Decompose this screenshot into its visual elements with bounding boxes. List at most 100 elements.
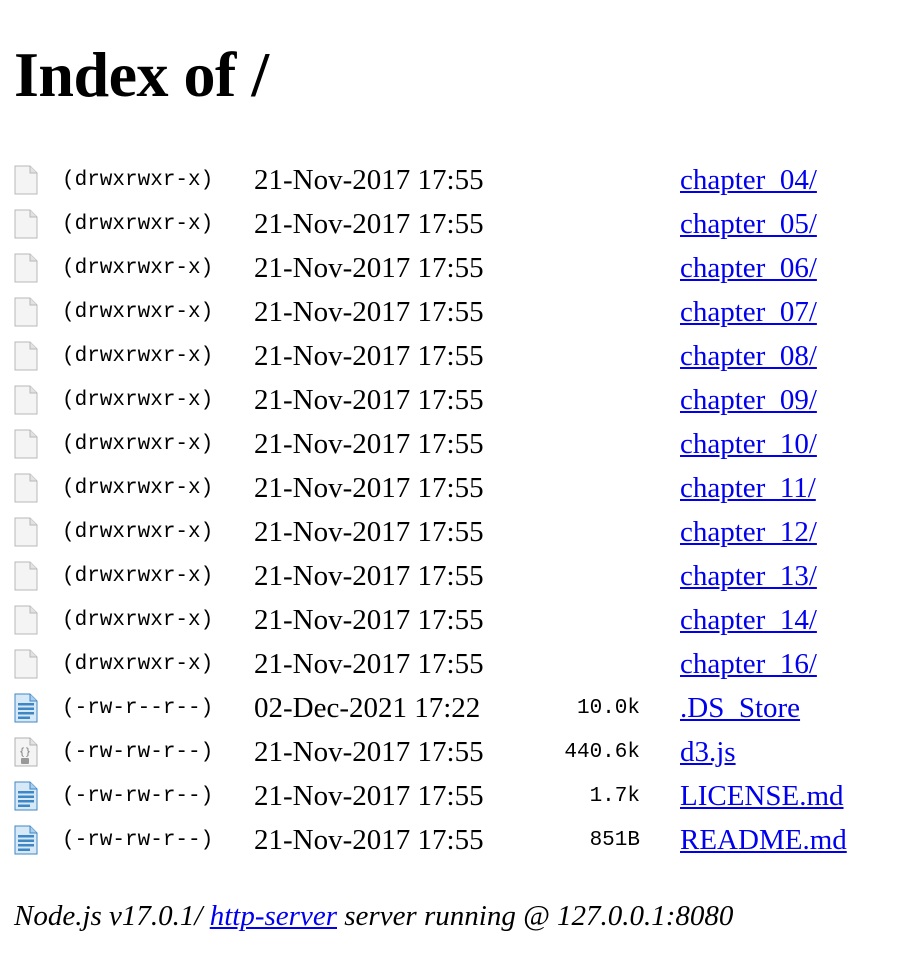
- file-link[interactable]: .DS_Store: [680, 692, 800, 724]
- size-cell: 851B: [589, 828, 640, 852]
- size-cell: [516, 466, 640, 510]
- table-row: (drwxrwxr-x) 21-Nov-2017 17:55 chapter_06/: [14, 246, 847, 290]
- file-link[interactable]: LICENSE.md: [680, 780, 844, 812]
- modified-date-cell: 21-Nov-2017 17:55: [254, 383, 484, 416]
- modified-date-cell: 02-Dec-2021 17:22: [254, 691, 481, 724]
- file-link[interactable]: chapter_12/: [680, 516, 817, 548]
- svg-text:{}: {}: [19, 747, 31, 758]
- file-link[interactable]: d3.js: [680, 736, 736, 768]
- size-cell: [516, 378, 640, 422]
- file-link[interactable]: chapter_08/: [680, 340, 817, 372]
- modified-date-cell: 21-Nov-2017 17:55: [254, 163, 484, 196]
- folder-icon: [14, 165, 38, 195]
- size-cell: 1.7k: [589, 784, 640, 808]
- code-file-icon: {}: [14, 737, 38, 767]
- permissions-cell: (drwxrwxr-x): [62, 476, 214, 500]
- table-row: (drwxrwxr-x) 21-Nov-2017 17:55 chapter_12/: [14, 510, 847, 554]
- folder-icon: [14, 649, 38, 679]
- table-row: (-rw-rw-r--) 21-Nov-2017 17:55 1.7k LICENSE…: [14, 774, 847, 818]
- size-cell: [516, 246, 640, 290]
- folder-icon: [14, 209, 38, 239]
- table-row: (-rw-rw-r--) 21-Nov-2017 17:55 851B README.…: [14, 818, 847, 862]
- file-link[interactable]: chapter_07/: [680, 296, 817, 328]
- table-row: (drwxrwxr-x) 21-Nov-2017 17:55 chapter_11/: [14, 466, 847, 510]
- modified-date-cell: 21-Nov-2017 17:55: [254, 647, 484, 680]
- folder-icon: [14, 561, 38, 591]
- table-row: (drwxrwxr-x) 21-Nov-2017 17:55 chapter_13/: [14, 554, 847, 598]
- text-file-icon: [14, 825, 38, 855]
- footer-suffix: server running @ 127.0.0.1:8080: [337, 900, 734, 932]
- folder-icon: [14, 253, 38, 283]
- table-row: {} (-rw-rw-r--) 21-Nov-2017 17:55 440.6k d3.…: [14, 730, 847, 774]
- folder-icon: [14, 385, 38, 415]
- file-link[interactable]: chapter_13/: [680, 560, 817, 592]
- table-row: (-rw-r--r--) 02-Dec-2021 17:22 10.0k .DS_St…: [14, 686, 847, 730]
- table-row: (drwxrwxr-x) 21-Nov-2017 17:55 chapter_05/: [14, 202, 847, 246]
- file-link[interactable]: chapter_14/: [680, 604, 817, 636]
- file-link[interactable]: chapter_09/: [680, 384, 817, 416]
- modified-date-cell: 21-Nov-2017 17:55: [254, 251, 484, 284]
- permissions-cell: (-rw-rw-r--): [62, 784, 214, 808]
- size-cell: [516, 290, 640, 334]
- size-cell: [516, 598, 640, 642]
- size-cell: [516, 158, 640, 202]
- file-link[interactable]: chapter_05/: [680, 208, 817, 240]
- file-link[interactable]: chapter_16/: [680, 648, 817, 680]
- folder-icon: [14, 517, 38, 547]
- permissions-cell: (drwxrwxr-x): [62, 344, 214, 368]
- size-cell: 10.0k: [576, 696, 640, 720]
- size-cell: [516, 554, 640, 598]
- permissions-cell: (drwxrwxr-x): [62, 520, 214, 544]
- table-row: (drwxrwxr-x) 21-Nov-2017 17:55 chapter_07/: [14, 290, 847, 334]
- modified-date-cell: 21-Nov-2017 17:55: [254, 559, 484, 592]
- directory-listing: (drwxrwxr-x) 21-Nov-2017 17:55 chapter_04/…: [14, 158, 847, 862]
- size-cell: [516, 334, 640, 378]
- folder-icon: [14, 297, 38, 327]
- table-row: (drwxrwxr-x) 21-Nov-2017 17:55 chapter_08/: [14, 334, 847, 378]
- size-cell: [516, 510, 640, 554]
- permissions-cell: (drwxrwxr-x): [62, 256, 214, 280]
- modified-date-cell: 21-Nov-2017 17:55: [254, 471, 484, 504]
- modified-date-cell: 21-Nov-2017 17:55: [254, 339, 484, 372]
- table-row: (drwxrwxr-x) 21-Nov-2017 17:55 chapter_16/: [14, 642, 847, 686]
- modified-date-cell: 21-Nov-2017 17:55: [254, 823, 484, 856]
- permissions-cell: (drwxrwxr-x): [62, 652, 214, 676]
- permissions-cell: (drwxrwxr-x): [62, 212, 214, 236]
- permissions-cell: (drwxrwxr-x): [62, 608, 214, 632]
- server-footer: Node.js v17.0.1/ http-server server runn…: [14, 896, 733, 936]
- permissions-cell: (-rw-rw-r--): [62, 740, 214, 764]
- folder-icon: [14, 473, 38, 503]
- permissions-cell: (drwxrwxr-x): [62, 564, 214, 588]
- size-cell: [516, 202, 640, 246]
- footer-prefix: Node.js v17.0.1/: [14, 900, 210, 932]
- size-cell: [516, 642, 640, 686]
- file-link[interactable]: chapter_10/: [680, 428, 817, 460]
- folder-icon: [14, 605, 38, 635]
- modified-date-cell: 21-Nov-2017 17:55: [254, 603, 484, 636]
- size-cell: [516, 422, 640, 466]
- table-row: (drwxrwxr-x) 21-Nov-2017 17:55 chapter_09/: [14, 378, 847, 422]
- file-link[interactable]: chapter_04/: [680, 164, 817, 196]
- size-cell: 440.6k: [564, 740, 640, 764]
- file-link[interactable]: chapter_06/: [680, 252, 817, 284]
- modified-date-cell: 21-Nov-2017 17:55: [254, 427, 484, 460]
- page-title: Index of /: [14, 39, 269, 110]
- text-file-icon: [14, 781, 38, 811]
- permissions-cell: (drwxrwxr-x): [62, 168, 214, 192]
- file-link[interactable]: README.md: [680, 824, 847, 856]
- permissions-cell: (drwxrwxr-x): [62, 432, 214, 456]
- modified-date-cell: 21-Nov-2017 17:55: [254, 779, 484, 812]
- folder-icon: [14, 429, 38, 459]
- file-link[interactable]: chapter_11/: [680, 472, 816, 504]
- text-file-icon: [14, 693, 38, 723]
- modified-date-cell: 21-Nov-2017 17:55: [254, 295, 484, 328]
- modified-date-cell: 21-Nov-2017 17:55: [254, 735, 484, 768]
- permissions-cell: (drwxrwxr-x): [62, 300, 214, 324]
- table-row: (drwxrwxr-x) 21-Nov-2017 17:55 chapter_14/: [14, 598, 847, 642]
- permissions-cell: (-rw-rw-r--): [62, 828, 214, 852]
- permissions-cell: (drwxrwxr-x): [62, 388, 214, 412]
- folder-icon: [14, 341, 38, 371]
- modified-date-cell: 21-Nov-2017 17:55: [254, 207, 484, 240]
- table-row: (drwxrwxr-x) 21-Nov-2017 17:55 chapter_04/: [14, 158, 847, 202]
- http-server-link[interactable]: http-server: [210, 900, 337, 932]
